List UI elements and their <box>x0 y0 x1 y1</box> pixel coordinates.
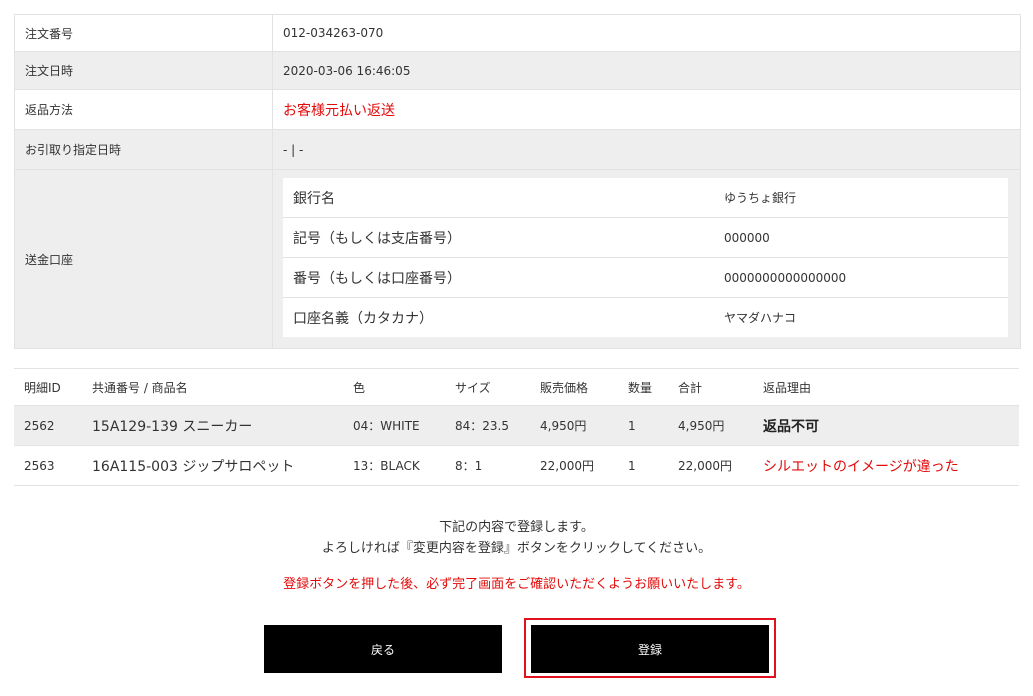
item-name: 15A129-139 スニーカー <box>92 418 253 435</box>
header-product: 共通番号 / 商品名 <box>92 380 188 395</box>
confirm-message: 下記の内容で登録します。 よろしければ『変更内容を登録』ボタンをクリックしてくだ… <box>0 517 1033 559</box>
item-size: 8：1 <box>455 459 483 473</box>
bank-table: 銀行名 ゆうちょ銀行 記号（もしくは支店番号） 000000 番号（もしくは口座… <box>283 178 1008 337</box>
table-row: 2563 16A115-003 ジップサロペット 13：BLACK 8：1 22… <box>14 446 1019 486</box>
header-size: サイズ <box>455 380 491 395</box>
order-datetime-value: 2020-03-06 16:46:05 <box>273 52 1020 89</box>
item-quantity: 1 <box>628 458 636 473</box>
item-color: 13：BLACK <box>353 459 420 473</box>
header-price: 販売価格 <box>540 380 589 395</box>
item-id: 2562 <box>24 418 55 433</box>
return-method-label: 返品方法 <box>15 90 273 129</box>
item-return-reason: シルエットのイメージが違った <box>763 458 959 475</box>
item-total: 4,950円 <box>678 419 725 433</box>
header-quantity: 数量 <box>628 380 653 395</box>
header-detail-id: 明細ID <box>24 380 61 395</box>
header-total: 合計 <box>678 380 703 395</box>
item-name: 16A115-003 ジップサロペット <box>92 458 295 475</box>
bank-account-row: 送金口座 銀行名 ゆうちょ銀行 記号（もしくは支店番号） 000000 番号（も… <box>15 170 1020 349</box>
header-color: 色 <box>353 380 366 395</box>
return-method-value: お客様元払い返送 <box>283 102 395 119</box>
order-datetime-label: 注文日時 <box>15 52 273 89</box>
account-holder-row: 口座名義（カタカナ） ヤマダハナコ <box>283 298 1008 337</box>
bank-name-row: 銀行名 ゆうちょ銀行 <box>283 178 1008 218</box>
header-return-reason: 返品理由 <box>763 380 812 395</box>
bank-account-label: 送金口座 <box>15 170 273 348</box>
register-button[interactable]: 登録 <box>531 625 769 673</box>
account-holder-label: 口座名義（カタカナ） <box>293 310 433 327</box>
return-method-row: 返品方法 お客様元払い返送 <box>15 90 1020 130</box>
confirm-line-1: 下記の内容で登録します。 <box>439 520 594 535</box>
item-size: 84：23.5 <box>455 419 509 433</box>
branch-number-value: 000000 <box>724 230 770 245</box>
items-table: 明細ID 共通番号 / 商品名 色 サイズ 販売価格 数量 合計 返品理由 25… <box>14 368 1019 486</box>
branch-number-label: 記号（もしくは支店番号） <box>293 230 461 247</box>
items-header-row: 明細ID 共通番号 / 商品名 色 サイズ 販売価格 数量 合計 返品理由 <box>14 369 1019 406</box>
item-id: 2563 <box>24 458 55 473</box>
item-price: 4,950円 <box>540 419 587 433</box>
item-price: 22,000円 <box>540 459 594 473</box>
branch-number-row: 記号（もしくは支店番号） 000000 <box>283 218 1008 258</box>
pickup-datetime-row: お引取り指定日時 - | - <box>15 130 1020 170</box>
item-total: 22,000円 <box>678 459 732 473</box>
account-number-label: 番号（もしくは口座番号） <box>293 270 461 287</box>
item-quantity: 1 <box>628 418 636 433</box>
order-number-row: 注文番号 012-034263-070 <box>15 15 1020 52</box>
order-number-value: 012-034263-070 <box>283 26 384 40</box>
item-color: 04：WHITE <box>353 419 420 433</box>
order-datetime-row: 注文日時 2020-03-06 16:46:05 <box>15 52 1020 90</box>
confirm-line-2: よろしければ『変更内容を登録』ボタンをクリックしてください。 <box>321 541 712 556</box>
bank-account-details: 銀行名 ゆうちょ銀行 記号（もしくは支店番号） 000000 番号（もしくは口座… <box>273 170 1020 348</box>
pickup-datetime-value: - | - <box>273 130 1020 169</box>
bank-name-label: 銀行名 <box>293 190 335 207</box>
table-row: 2562 15A129-139 スニーカー 04：WHITE 84：23.5 4… <box>14 406 1019 446</box>
item-return-reason: 返品不可 <box>763 418 819 435</box>
bank-name-value: ゆうちょ銀行 <box>724 191 797 205</box>
confirm-warning: 登録ボタンを押した後、必ず完了画面をご確認いただくようお願いいたします。 <box>283 577 750 592</box>
order-number-label: 注文番号 <box>15 15 273 51</box>
pickup-datetime-label: お引取り指定日時 <box>15 130 273 169</box>
order-info-table: 注文番号 012-034263-070 注文日時 2020-03-06 16:4… <box>14 14 1021 349</box>
account-holder-value: ヤマダハナコ <box>724 311 797 325</box>
account-number-value: 0000000000000000 <box>724 270 847 285</box>
back-button[interactable]: 戻る <box>264 625 502 673</box>
account-number-row: 番号（もしくは口座番号） 0000000000000000 <box>283 258 1008 298</box>
